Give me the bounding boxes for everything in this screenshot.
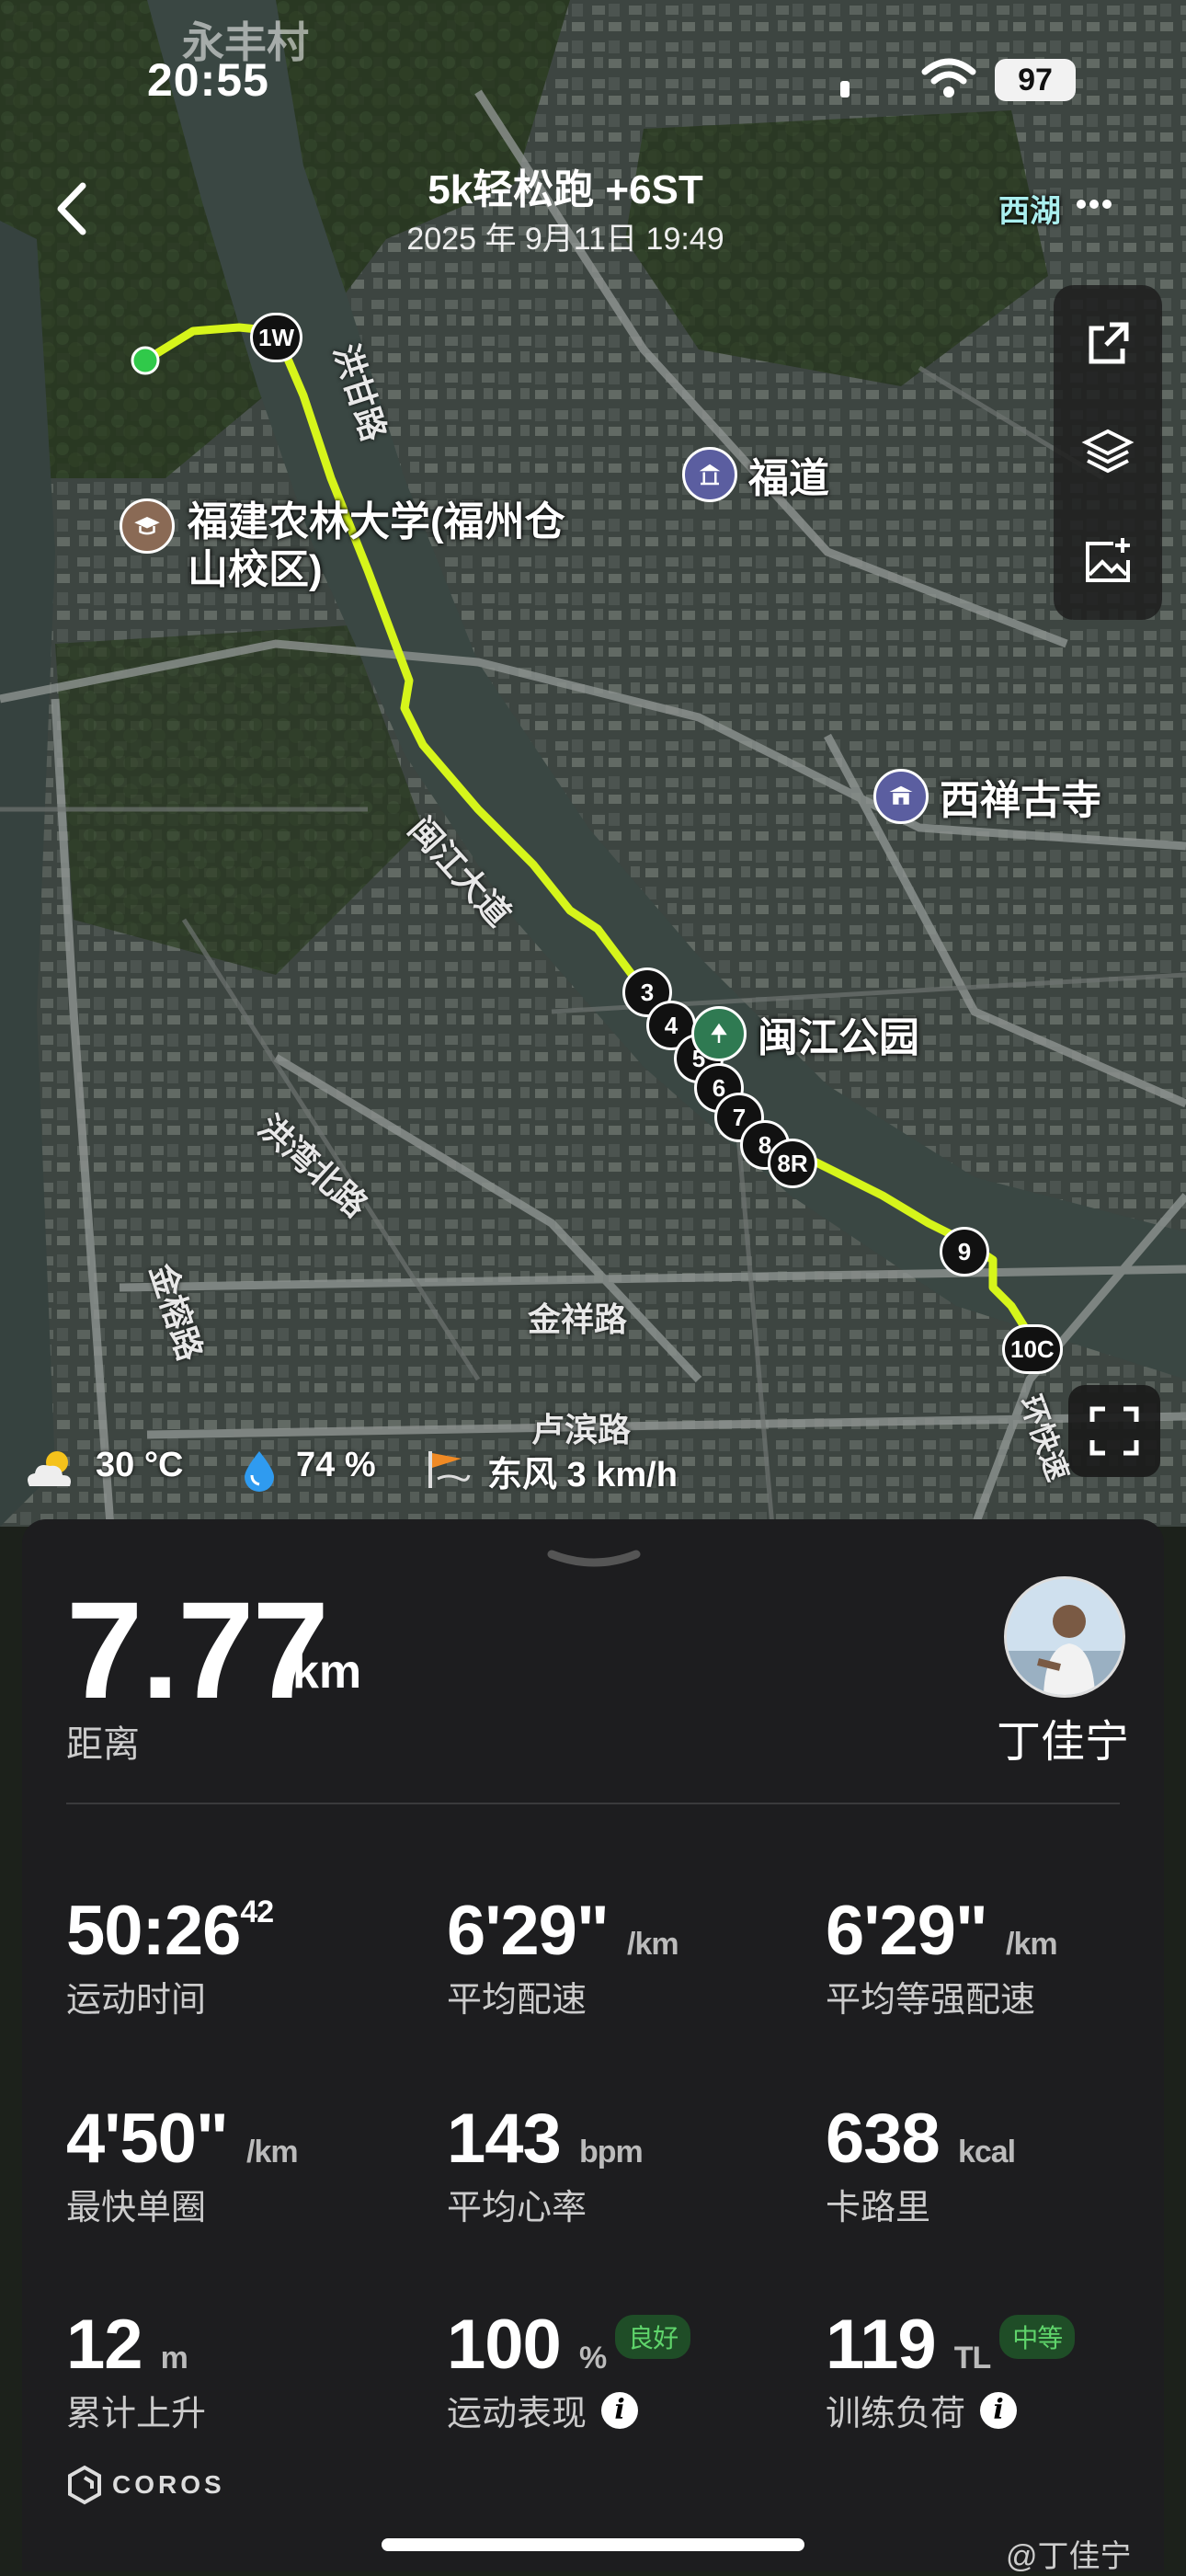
stat-heart-rate-value: 143 — [447, 2100, 562, 2178]
stat-calories-unit: kcal — [957, 2135, 1016, 2170]
stat-adjusted-pace-unit: /km — [1006, 1927, 1058, 1962]
poi-park-label: 闽江公园 — [758, 1015, 919, 1060]
brand-name: COROS — [112, 2470, 225, 2499]
fullscreen-icon — [1089, 1406, 1139, 1456]
road-lubin: 卢滨路 — [531, 1411, 632, 1448]
stat-training-load-label: 训练负荷 — [826, 2395, 966, 2433]
weather-wind: 东风 3 km/h — [487, 1456, 678, 1494]
stat-fastest-lap-label: 最快单圈 — [66, 2189, 207, 2227]
map-toolbar — [1054, 285, 1162, 620]
poi-fudao[interactable]: 福道 — [682, 445, 829, 504]
lap-marker-8r[interactable]: 8R — [768, 1139, 817, 1188]
stat-duration: 50:2642 运动时间 — [66, 1891, 274, 2021]
drag-handle[interactable] — [544, 1549, 644, 1577]
status-time: 20:55 — [147, 54, 269, 106]
humidity-icon — [237, 1448, 281, 1496]
stat-duration-fraction: 42 — [240, 1895, 274, 1929]
layers-icon — [1081, 429, 1135, 474]
distance-unit: km — [292, 1645, 362, 1699]
stat-elevation-gain: 12 m 累计上升 — [66, 2305, 206, 2435]
stat-heart-rate-unit: bpm — [578, 2135, 644, 2170]
user-name[interactable]: 丁佳宁 — [956, 1705, 1129, 1769]
road-jinxiang: 金祥路 — [528, 1300, 628, 1338]
stat-fastest-lap-unit: /km — [246, 2135, 299, 2170]
avatar[interactable] — [1004, 1576, 1125, 1698]
layers-button[interactable] — [1054, 397, 1162, 506]
stat-avg-pace-label: 平均配速 — [447, 1981, 587, 2020]
poi-temple-label: 西禅古寺 — [940, 778, 1101, 823]
stat-elevation-gain-unit: m — [160, 2341, 188, 2376]
battery-indicator: 97 — [995, 59, 1076, 101]
stat-training-load-value: 119 — [826, 2306, 937, 2384]
stat-performance-value: 100 — [447, 2306, 562, 2384]
graduation-cap-icon — [120, 498, 175, 554]
add-photo-button[interactable] — [1054, 508, 1162, 616]
stat-elevation-gain-value: 12 — [66, 2306, 143, 2384]
stat-calories-value: 638 — [826, 2100, 941, 2178]
watermark: @丁佳宁 — [1006, 2539, 1132, 2574]
share-icon — [1089, 322, 1129, 364]
add-photo-icon — [1086, 538, 1130, 582]
stat-adjusted-pace-label: 平均等强配速 — [826, 1981, 1036, 2020]
info-icon[interactable]: i — [980, 2391, 1018, 2429]
distance-value: 7.77 — [66, 1573, 329, 1727]
stat-avg-pace: 6'29" /km 平均配速 — [447, 1891, 679, 2021]
stat-training-load-unit: TL — [953, 2341, 992, 2376]
stat-adjusted-pace-value: 6'29" — [826, 1892, 988, 1970]
wifi-icon — [921, 57, 976, 104]
info-icon[interactable]: i — [601, 2391, 639, 2429]
distance-label: 距离 — [66, 1724, 140, 1765]
stat-duration-value: 50:26 — [66, 1892, 241, 1970]
park-icon — [691, 1006, 747, 1061]
stat-avg-pace-value: 6'29" — [447, 1892, 610, 1970]
stat-calories-label: 卡路里 — [826, 2189, 931, 2227]
divider — [66, 1803, 1120, 1804]
stat-calories: 638 kcal 卡路里 — [826, 2099, 1016, 2229]
stat-performance-unit: % — [578, 2341, 607, 2376]
weather-humidity: 74 % — [296, 1446, 376, 1484]
poi-park[interactable]: 闽江公园 — [691, 1004, 919, 1063]
stat-elevation-gain-label: 累计上升 — [66, 2395, 207, 2433]
stat-performance-label: 运动表现 — [447, 2395, 587, 2433]
poi-fudao-label: 福道 — [748, 456, 829, 501]
temple-icon — [873, 769, 929, 824]
stat-duration-label: 运动时间 — [66, 1981, 207, 2020]
more-icon — [1077, 200, 1112, 209]
stat-performance: 100 %良好 运动表现 i — [447, 2305, 691, 2435]
stat-performance-badge: 良好 — [615, 2314, 691, 2359]
home-indicator[interactable] — [382, 2538, 804, 2551]
activity-date: 2025 年 9月11日 19:49 — [406, 222, 724, 257]
activity-title: 5k轻松跑 +6ST — [428, 167, 703, 212]
weather-cloud-sun-icon — [20, 1448, 79, 1496]
lap-marker-9[interactable]: 9 — [940, 1227, 989, 1277]
share-button[interactable] — [1054, 289, 1162, 397]
chevron-down-icon — [547, 1550, 641, 1567]
more-options-button[interactable] — [1076, 195, 1112, 218]
stat-training-load: 119 TL中等 训练负荷 i — [826, 2305, 1076, 2435]
pavilion-icon — [682, 447, 737, 502]
stat-heart-rate: 143 bpm 平均心率 — [447, 2099, 644, 2229]
weather-temperature: 30 °C — [96, 1446, 184, 1484]
coros-hexagon-icon — [68, 2465, 101, 2505]
poi-university[interactable]: 福建农林大学(福州仓山校区) — [120, 498, 592, 594]
poi-university-label: 福建农林大学(福州仓山校区) — [188, 499, 565, 592]
coros-logo: COROS — [66, 2465, 225, 2505]
wind-icon — [425, 1448, 473, 1496]
stat-training-load-label-row: 训练负荷 i — [826, 2385, 1075, 2435]
stat-fastest-lap: 4'50" /km 最快单圈 — [66, 2099, 299, 2229]
lap-marker-10c[interactable]: 10C — [1002, 1324, 1063, 1374]
stat-adjusted-pace: 6'29" /km 平均等强配速 — [826, 1891, 1058, 2021]
lap-marker-1w[interactable]: 1W — [250, 313, 302, 362]
stat-fastest-lap-value: 4'50" — [66, 2100, 229, 2178]
stat-performance-label-row: 运动表现 i — [447, 2385, 690, 2435]
signal-icon — [838, 70, 853, 102]
stat-training-load-badge: 中等 — [999, 2314, 1076, 2359]
fullscreen-button[interactable] — [1068, 1385, 1160, 1477]
poi-temple[interactable]: 西禅古寺 — [873, 767, 1101, 826]
stat-heart-rate-label: 平均心率 — [447, 2189, 587, 2227]
stat-avg-pace-unit: /km — [627, 1927, 679, 1962]
